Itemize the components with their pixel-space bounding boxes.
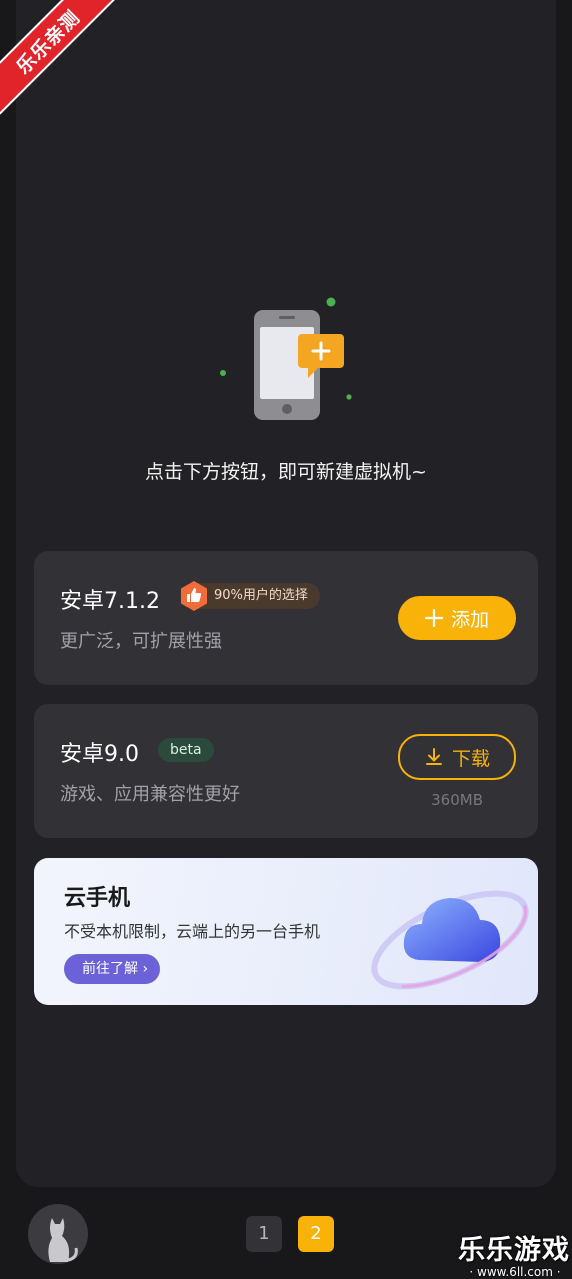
chevron-right-icon: ›: [142, 961, 149, 977]
cat-avatar-icon: [48, 1218, 78, 1262]
download-button[interactable]: 下载: [398, 734, 516, 780]
download-size: 360MB: [431, 791, 483, 809]
android-9-subtitle: 游戏、应用兼容性更好: [60, 784, 240, 805]
page-2-button[interactable]: 2: [298, 1216, 334, 1252]
popular-badge: 90%用户的选择: [180, 581, 320, 611]
plus-icon: [424, 609, 443, 627]
android-7-card: 安卓7.1.2 90%用户的选择 更广泛，可扩展性强 添加: [34, 551, 538, 685]
android-9-title: 安卓9.0: [60, 742, 139, 767]
cloud-icon: [371, 890, 529, 990]
android-9-card: 安卓9.0 beta 游戏、应用兼容性更好 下载 360MB: [34, 704, 538, 838]
android-7-title: 安卓7.1.2: [60, 589, 160, 614]
cloud-subtitle: 不受本机限制，云端上的另一台手机: [64, 922, 321, 941]
cloud-title: 云手机: [64, 886, 131, 911]
cloud-phone-banner[interactable]: 云手机 不受本机限制，云端上的另一台手机 前往了解 ›: [34, 858, 538, 1005]
user-avatar[interactable]: [28, 1204, 88, 1264]
android-7-subtitle: 更广泛，可扩展性强: [60, 631, 222, 652]
learn-more-button[interactable]: 前往了解 ›: [64, 954, 161, 984]
phone-add-icon: [220, 297, 352, 420]
empty-hint: 点击下方按钮，即可新建虚拟机~: [145, 461, 427, 483]
beta-badge: beta: [158, 738, 214, 762]
watermark-logo: 乐乐游戏 · www.6ll.com ·: [458, 1235, 570, 1279]
add-button[interactable]: 添加: [398, 596, 516, 640]
thumbs-up-icon: [181, 581, 207, 611]
download-icon: [425, 748, 442, 765]
page-1-button[interactable]: 1: [246, 1216, 282, 1252]
